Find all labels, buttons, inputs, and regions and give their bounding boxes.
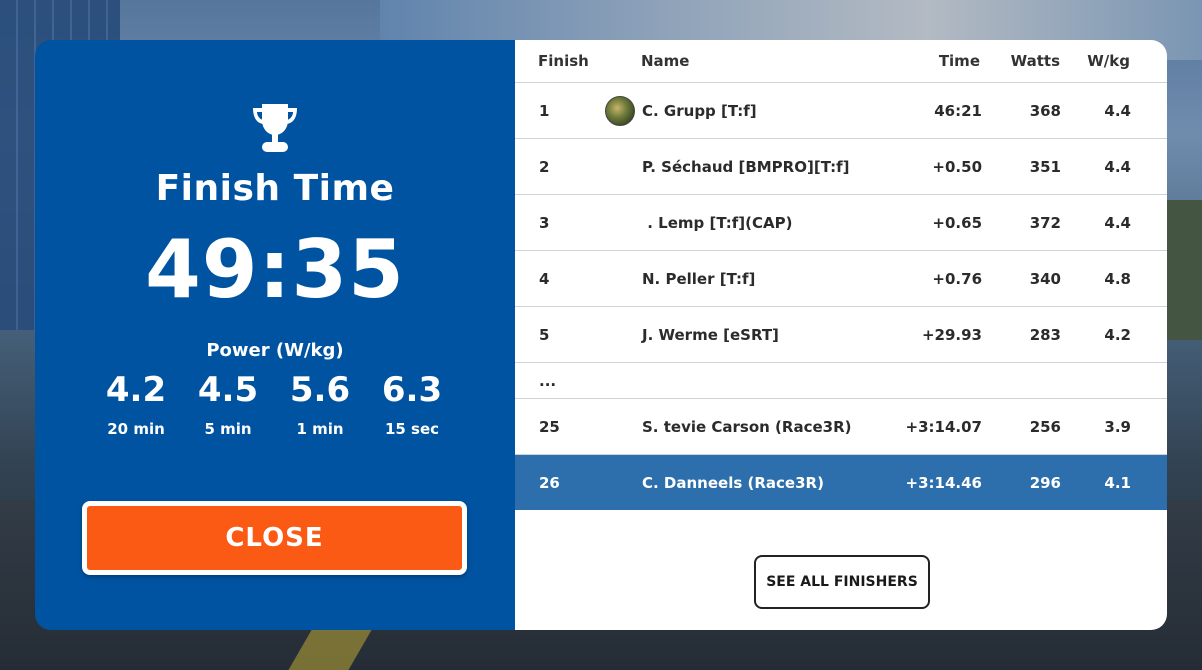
table-row[interactable]: 25 S. tevie Carson (Race3R) +3:14.07 256… bbox=[515, 399, 1167, 455]
row-watts: 256 bbox=[1029, 417, 1061, 436]
row-wkg: 3.9 bbox=[1104, 417, 1131, 436]
finish-time-value: 49:35 bbox=[145, 223, 405, 316]
row-time: +3:14.46 bbox=[905, 473, 982, 492]
close-button[interactable]: CLOSE bbox=[82, 501, 467, 575]
header-time: Time bbox=[938, 52, 980, 70]
row-finish: 4 bbox=[539, 269, 550, 288]
row-time: +0.65 bbox=[932, 213, 982, 232]
row-watts: 372 bbox=[1029, 213, 1061, 232]
row-name: S. tevie Carson (Race3R) bbox=[642, 417, 852, 436]
header-watts: Watts bbox=[1010, 52, 1060, 70]
power-stats: 4.2 20 min 4.5 5 min 5.6 1 min 6.3 15 se… bbox=[90, 370, 458, 438]
power-stat-value: 4.5 bbox=[197, 370, 259, 410]
table-row-current-user[interactable]: 26 C. Danneels (Race3R) +3:14.46 296 4.1 bbox=[515, 455, 1167, 510]
table-row[interactable]: 5 J. Werme [eSRT] +29.93 283 4.2 bbox=[515, 307, 1167, 363]
power-stat-label: 20 min bbox=[107, 420, 165, 438]
row-time: +0.50 bbox=[932, 157, 982, 176]
row-time: +29.93 bbox=[921, 325, 982, 344]
power-stat-1min: 5.6 1 min bbox=[274, 370, 366, 438]
power-stat-label: 15 sec bbox=[384, 420, 440, 438]
row-finish: 2 bbox=[539, 157, 550, 176]
row-wkg: 4.8 bbox=[1104, 269, 1131, 288]
row-wkg: 4.4 bbox=[1104, 213, 1131, 232]
trophy-icon bbox=[253, 104, 297, 152]
row-name: C. Danneels (Race3R) bbox=[642, 473, 824, 492]
row-watts: 340 bbox=[1029, 269, 1061, 288]
row-finish: 26 bbox=[539, 473, 560, 492]
table-row[interactable]: 3 . Lemp [T:f](CAP) +0.65 372 4.4 bbox=[515, 195, 1167, 251]
row-watts: 296 bbox=[1029, 473, 1061, 492]
game-background: Finish Time 49:35 Power (W/kg) 4.2 20 mi… bbox=[0, 0, 1202, 670]
row-wkg: 4.1 bbox=[1104, 473, 1131, 492]
ellipsis-text: ... bbox=[539, 371, 557, 390]
table-row[interactable]: 4 N. Peller [T:f] +0.76 340 4.8 bbox=[515, 251, 1167, 307]
table-row-ellipsis: ... bbox=[515, 363, 1167, 399]
row-time: 46:21 bbox=[934, 101, 982, 120]
row-finish: 3 bbox=[539, 213, 550, 232]
row-watts: 283 bbox=[1029, 325, 1061, 344]
row-name: P. Séchaud [BMPRO][T:f] bbox=[642, 157, 850, 176]
header-wkg: W/kg bbox=[1087, 52, 1130, 70]
row-wkg: 4.4 bbox=[1104, 101, 1131, 120]
row-time: +3:14.07 bbox=[905, 417, 982, 436]
row-name: C. Grupp [T:f] bbox=[642, 101, 757, 120]
row-name: N. Peller [T:f] bbox=[642, 269, 756, 288]
power-stat-label: 1 min bbox=[296, 420, 344, 438]
row-time: +0.76 bbox=[932, 269, 982, 288]
row-name: . Lemp [T:f](CAP) bbox=[642, 213, 793, 232]
avatar bbox=[605, 95, 635, 126]
header-name: Name bbox=[641, 52, 690, 70]
race-results-modal: Finish Time 49:35 Power (W/kg) 4.2 20 mi… bbox=[35, 40, 1167, 630]
power-stat-5min: 4.5 5 min bbox=[182, 370, 274, 438]
power-stat-15sec: 6.3 15 sec bbox=[366, 370, 458, 438]
table-row[interactable]: 2 P. Séchaud [BMPRO][T:f] +0.50 351 4.4 bbox=[515, 139, 1167, 195]
row-wkg: 4.4 bbox=[1104, 157, 1131, 176]
row-watts: 351 bbox=[1029, 157, 1061, 176]
finish-summary-panel: Finish Time 49:35 Power (W/kg) 4.2 20 mi… bbox=[35, 40, 515, 630]
power-stat-20min: 4.2 20 min bbox=[90, 370, 182, 438]
see-all-finishers-button[interactable]: SEE ALL FINISHERS bbox=[754, 555, 930, 609]
row-name: J. Werme [eSRT] bbox=[642, 325, 779, 344]
power-stat-label: 5 min bbox=[204, 420, 252, 438]
header-finish: Finish bbox=[538, 52, 589, 70]
power-stat-value: 5.6 bbox=[289, 370, 351, 410]
results-panel: Finish Name Time Watts W/kg 1 C. Grupp [… bbox=[515, 40, 1167, 630]
results-table: Finish Name Time Watts W/kg 1 C. Grupp [… bbox=[515, 40, 1167, 510]
row-finish: 25 bbox=[539, 417, 560, 436]
power-label: Power (W/kg) bbox=[206, 340, 344, 361]
row-finish: 1 bbox=[539, 101, 550, 120]
power-stat-value: 4.2 bbox=[105, 370, 167, 410]
row-finish: 5 bbox=[539, 325, 550, 344]
avatar-cell bbox=[605, 83, 635, 138]
table-row[interactable]: 1 C. Grupp [T:f] 46:21 368 4.4 bbox=[515, 83, 1167, 139]
table-header: Finish Name Time Watts W/kg bbox=[515, 40, 1167, 83]
power-stat-value: 6.3 bbox=[381, 370, 443, 410]
row-wkg: 4.2 bbox=[1104, 325, 1131, 344]
row-watts: 368 bbox=[1029, 101, 1061, 120]
finish-time-label: Finish Time bbox=[155, 168, 395, 209]
